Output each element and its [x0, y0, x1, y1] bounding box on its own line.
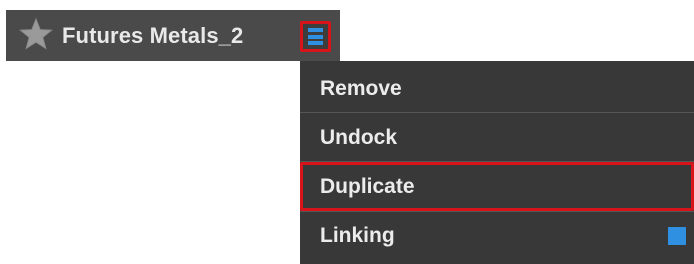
screenshot-stage: Futures Metals_2 Remove Undock Duplicate…: [0, 0, 694, 264]
menu-item-label: Duplicate: [320, 175, 415, 198]
menu-item-remove[interactable]: Remove: [300, 64, 694, 113]
tab-title: Futures Metals_2: [62, 23, 244, 48]
menu-item-label: Undock: [320, 126, 398, 149]
menu-item-label: Remove: [320, 77, 402, 100]
linking-color-swatch[interactable]: [668, 227, 686, 245]
menu-button[interactable]: [300, 21, 331, 52]
menu-item-linking[interactable]: Linking: [300, 211, 694, 260]
dropdown-menu: Remove Undock Duplicate Linking: [300, 61, 694, 264]
menu-item-duplicate[interactable]: Duplicate: [300, 162, 694, 211]
menu-item-label: Linking: [320, 224, 395, 247]
menu-item-undock[interactable]: Undock: [300, 113, 694, 162]
star-icon[interactable]: [19, 17, 53, 51]
tab-header: Futures Metals_2: [6, 10, 340, 61]
hamburger-menu-icon: [308, 28, 323, 45]
